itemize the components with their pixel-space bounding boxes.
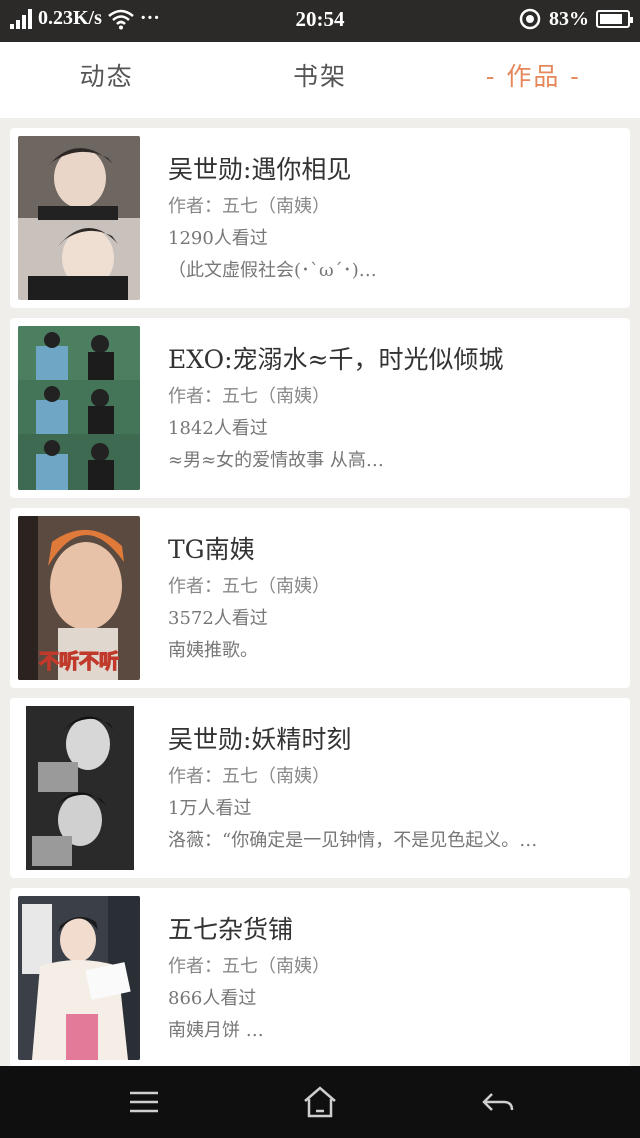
work-card[interactable]: 不听不听 TG南姨 作者：五七（南姨） 3572人看过 南姨推歌。 [10, 508, 630, 688]
work-cover-image [18, 136, 140, 300]
work-description: （此文虚假社会(･`ω´･)… [168, 260, 377, 281]
home-icon[interactable] [300, 1084, 340, 1120]
network-speed: 0.23K/s [38, 7, 102, 29]
work-cover-image: 不听不听 [18, 516, 140, 680]
work-views: 1842人看过 [168, 418, 268, 439]
work-card[interactable]: 吴世勋:遇你相见 作者：五七（南姨） 1290人看过 （此文虚假社会(･`ω´･… [10, 128, 630, 308]
work-author: 作者：五七（南姨） [168, 386, 330, 407]
more-dots: ··· [139, 7, 160, 29]
work-views: 866人看过 [168, 988, 257, 1009]
work-description: 南姨推歌。 [168, 640, 258, 661]
status-bar: 0.23K/s ··· 20:54 83% [0, 0, 640, 42]
work-card[interactable]: 吴世勋:妖精时刻 作者：五七（南姨） 1万人看过 洛薇：“你确定是一见钟情，不是… [10, 698, 630, 878]
work-cover-image [18, 706, 140, 870]
tab-bookshelf[interactable]: 书架 [213, 42, 426, 118]
work-views: 3572人看过 [168, 608, 268, 629]
status-right: 83% [518, 7, 633, 31]
work-cover-image [18, 326, 140, 490]
work-author: 作者：五七（南姨） [168, 956, 330, 977]
work-title: 吴世勋:妖精时刻 [168, 725, 352, 754]
work-author: 作者：五七（南姨） [168, 576, 330, 597]
work-views: 1290人看过 [168, 228, 268, 249]
battery-icon [596, 10, 633, 28]
work-cover-image [18, 896, 140, 1060]
cover-caption: 不听不听 [39, 649, 119, 673]
work-title: EXO:宠溺水≈千，时光似倾城 [168, 345, 504, 374]
status-left: 0.23K/s ··· [10, 7, 160, 30]
work-author: 作者：五七（南姨） [168, 766, 330, 787]
works-list: 吴世勋:遇你相见 作者：五七（南姨） 1290人看过 （此文虚假社会(･`ω´･… [10, 128, 630, 1078]
work-description: 南姨月饼 … [168, 1020, 264, 1041]
work-description: 洛薇：“你确定是一见钟情，不是见色起义。… [168, 830, 538, 851]
work-author: 作者：五七（南姨） [168, 196, 330, 217]
location-icon [519, 8, 541, 30]
back-icon[interactable] [478, 1084, 518, 1120]
tab-works[interactable]: 作品 [427, 42, 640, 118]
wifi-icon [108, 9, 134, 29]
tab-bar: 动态 书架 作品 [0, 42, 640, 118]
work-card[interactable]: EXO:宠溺水≈千，时光似倾城 作者：五七（南姨） 1842人看过 ≈男≈女的爱… [10, 318, 630, 498]
work-title: 五七杂货铺 [168, 915, 294, 944]
work-card[interactable]: 五七杂货铺 作者：五七（南姨） 866人看过 南姨月饼 … [10, 888, 630, 1068]
work-description: ≈男≈女的爱情故事 从高… [168, 450, 384, 471]
menu-icon[interactable] [124, 1084, 164, 1120]
system-nav-bar [0, 1066, 640, 1138]
battery-percent: 83% [549, 7, 589, 30]
work-title: TG南姨 [168, 535, 255, 564]
tab-dynamics[interactable]: 动态 [0, 42, 213, 118]
signal-icon [10, 8, 32, 29]
work-views: 1万人看过 [168, 798, 252, 819]
work-title: 吴世勋:遇你相见 [168, 155, 352, 184]
